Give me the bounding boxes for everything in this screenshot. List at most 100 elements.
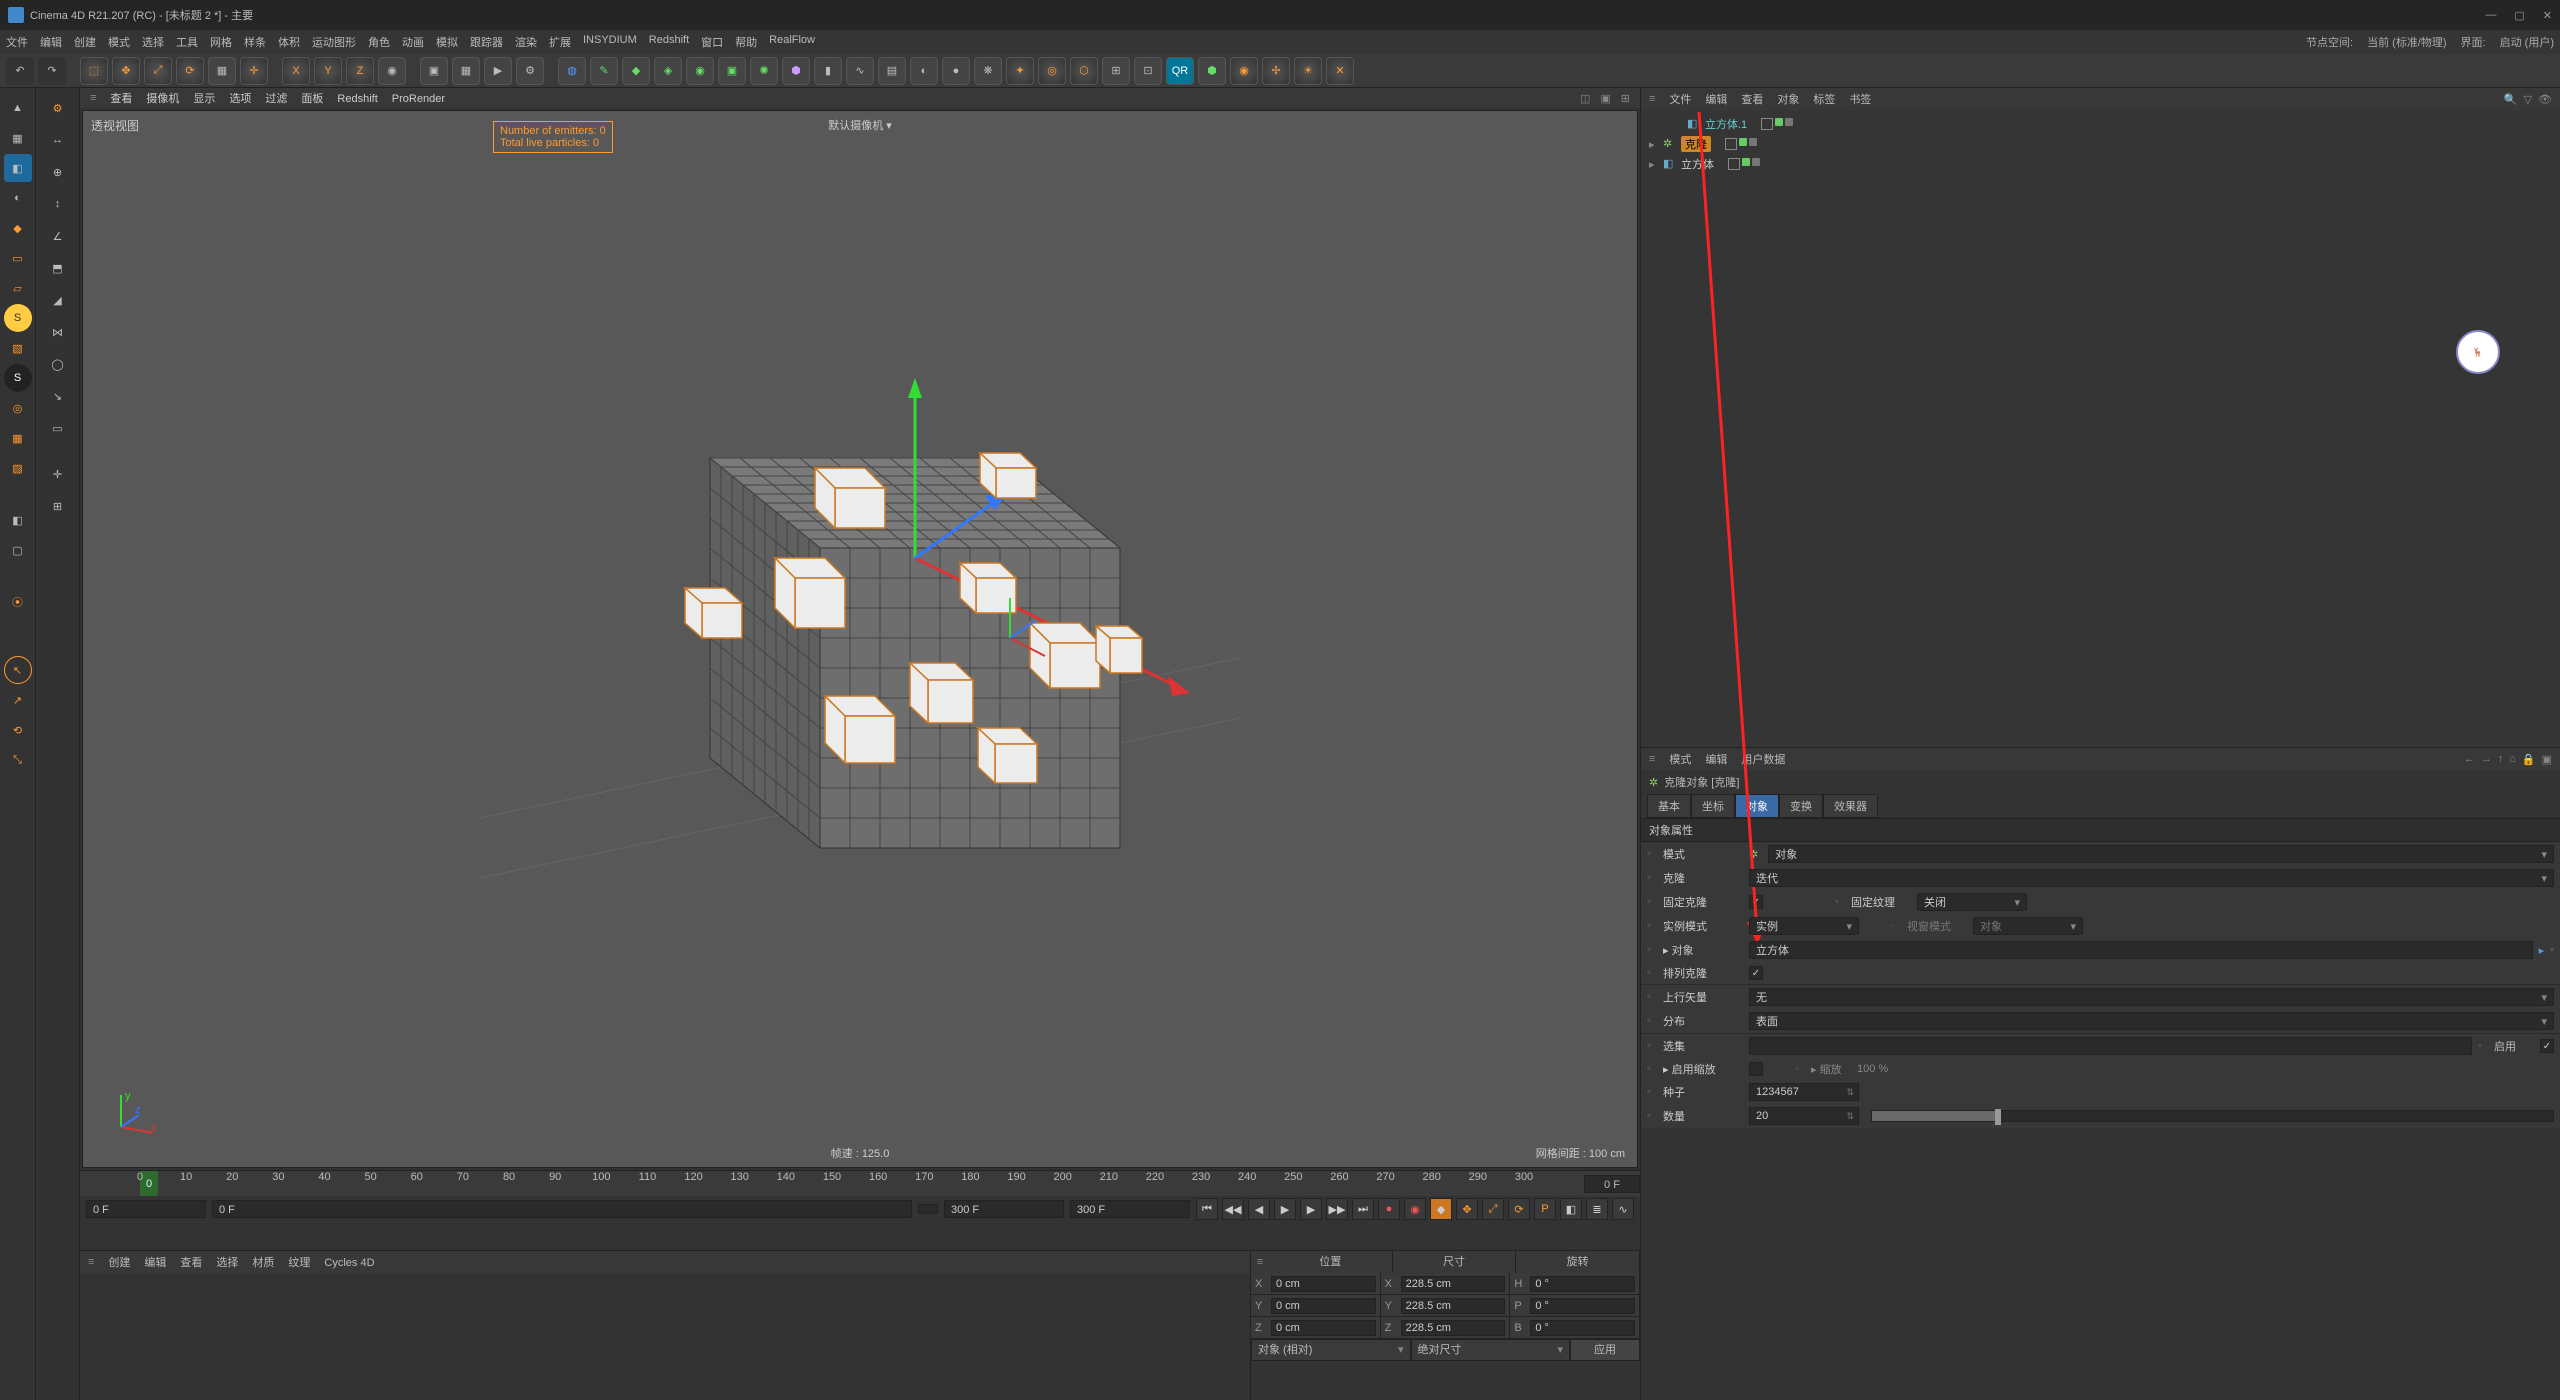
attr-fwd-icon[interactable]: → [2481,753,2492,766]
misc3-button[interactable]: ⬡ [1070,57,1098,85]
coord-Y-field[interactable]: 0 cm [1271,1298,1376,1314]
object-tree[interactable]: ◧立方体.1 ▸✲克隆 ▸◧立方体 🦌 [1641,110,2560,747]
point-mode-button[interactable]: ◆ [4,214,32,242]
fix-clone-checkbox[interactable] [1749,895,1763,909]
attr-lock-icon[interactable]: 🔒 [2522,753,2536,766]
tree-row-克隆[interactable]: ▸✲克隆 [1645,134,2556,154]
menu-跟踪器[interactable]: 跟踪器 [470,34,503,50]
move-arrow-button[interactable]: ↗ [4,686,32,714]
menu-帮助[interactable]: 帮助 [735,34,757,50]
om-eye-icon[interactable]: 👁 [2538,93,2552,106]
om-menu-对象[interactable]: 对象 [1777,94,1799,106]
menu-工具[interactable]: 工具 [176,34,198,50]
instance-mode-dropdown[interactable]: 实例 [1749,917,1859,935]
node-space-dropdown[interactable]: 当前 (标准/物理) [2367,34,2446,50]
tweak-button[interactable]: ⚙ [44,94,72,122]
vp-menu-显示[interactable]: 显示 [193,93,215,105]
coord-sys-button[interactable]: ◉ [378,57,406,85]
iron-button[interactable]: ▭ [44,414,72,442]
key-scale-button[interactable]: ⤢ [1482,1198,1504,1220]
timeline-range-bar[interactable] [918,1204,938,1214]
model-mode-button[interactable]: ▦ [4,124,32,152]
volume-button[interactable]: ▮ [814,57,842,85]
mat-menu-选择[interactable]: 选择 [216,1257,238,1269]
coord-Y-field[interactable]: 228.5 cm [1401,1298,1506,1314]
redo-button[interactable]: ↷ [38,57,66,85]
attr-up-icon[interactable]: ↑ [2498,753,2504,766]
realflow-button[interactable]: ✢ [1262,57,1290,85]
misc2-button[interactable]: ◎ [1038,57,1066,85]
coord-X-field[interactable]: 0 cm [1271,1276,1376,1292]
scale-tool-button[interactable]: ⤢ [144,57,172,85]
vp-menu-选项[interactable]: 选项 [229,93,251,105]
rotate-tool-button[interactable]: ⟳ [176,57,204,85]
autokey-button[interactable]: ◉ [1404,1198,1426,1220]
sel-circle-button[interactable]: ↖ [4,656,32,684]
key-param-button[interactable]: P [1534,1198,1556,1220]
distribution-dropdown[interactable]: 表面 [1749,1012,2554,1030]
coord-size-dropdown[interactable]: 绝对尺寸 [1411,1339,1571,1361]
up-vector-dropdown[interactable]: 无 [1749,988,2554,1006]
window-minimize-button[interactable]: — [2485,9,2496,22]
om-menu-文件[interactable]: 文件 [1669,94,1691,106]
attr-tab-对象[interactable]: 对象 [1735,794,1779,818]
quickrender-button[interactable]: QR [1166,57,1194,85]
undo-button[interactable]: ↶ [6,57,34,85]
vp-menu-过滤[interactable]: 过滤 [265,93,287,105]
vp-menu-ProRender[interactable]: ProRender [392,93,445,105]
misc1-button[interactable]: ✦ [1006,57,1034,85]
menu-角色[interactable]: 角色 [368,34,390,50]
axis-lock-button[interactable]: ◎ [4,394,32,422]
x-axis-button[interactable]: X [282,57,310,85]
attr-home-icon[interactable]: ⌂ [2509,753,2516,766]
coord-Z-field[interactable]: 0 cm [1271,1320,1376,1336]
menu-创建[interactable]: 创建 [74,34,96,50]
timeline-cur-field[interactable]: 0 F [212,1200,912,1218]
brush-button[interactable]: ↔ [44,126,72,154]
coord-P-field[interactable]: 0 ° [1530,1298,1635,1314]
vp-icon-2[interactable]: ▣ [1600,92,1610,105]
camera-button[interactable]: ▣ [718,57,746,85]
om-search-icon[interactable]: 🔍 [2504,93,2518,106]
om-menu-编辑[interactable]: 编辑 [1705,94,1727,106]
render-region-button[interactable]: ▦ [452,57,480,85]
menu-RealFlow[interactable]: RealFlow [769,34,815,50]
attr-menu-模式[interactable]: 模式 [1669,754,1691,766]
count-field[interactable]: 20 [1749,1107,1859,1125]
next-frame-button[interactable]: ▶ [1300,1198,1322,1220]
menu-扩展[interactable]: 扩展 [549,34,571,50]
light-button[interactable]: ✺ [750,57,778,85]
menu-选择[interactable]: 选择 [142,34,164,50]
ui-dropdown[interactable]: 启动 (用户) [2500,34,2554,50]
mat-menu-纹理[interactable]: 纹理 [288,1257,310,1269]
menu-文件[interactable]: 文件 [6,34,28,50]
menu-窗口[interactable]: 窗口 [701,34,723,50]
om-menu-查看[interactable]: 查看 [1741,94,1763,106]
axis-ico-button[interactable]: ✛ [44,460,72,488]
vp-menu-查看[interactable]: 查看 [110,93,132,105]
extra1-button[interactable]: ☀ [1294,57,1322,85]
deformers-button[interactable]: ◈ [654,57,682,85]
play-button[interactable]: ▶ [1274,1198,1296,1220]
spline-pen-button[interactable]: ✎ [590,57,618,85]
rot-arrow-button[interactable]: ⟲ [4,716,32,744]
menu-编辑[interactable]: 编辑 [40,34,62,50]
redshift-button[interactable]: ◉ [1230,57,1258,85]
key-pos-button[interactable]: ✥ [1456,1198,1478,1220]
attr-tab-变换[interactable]: 变换 [1779,794,1823,818]
coord-X-field[interactable]: 228.5 cm [1401,1276,1506,1292]
count-slider[interactable] [1871,1110,2554,1122]
bridge-button[interactable]: ⋈ [44,318,72,346]
insydium-button[interactable]: ⬢ [1198,57,1226,85]
z-axis-button[interactable]: Z [346,57,374,85]
select-tool-button[interactable]: ⬚ [80,57,108,85]
mat-menu-材质[interactable]: 材质 [252,1257,274,1269]
key-pla-button[interactable]: ◧ [1560,1198,1582,1220]
fill-mode-button[interactable]: ◧ [4,506,32,534]
recent-tool-button[interactable]: ▦ [208,57,236,85]
mode-dropdown[interactable]: 对象 [1768,845,2554,863]
make-editable-button[interactable]: ▲ [4,94,32,122]
coord-mode-dropdown[interactable]: 对象 (相对) [1251,1339,1411,1361]
menu-渲染[interactable]: 渲染 [515,34,537,50]
menu-模拟[interactable]: 模拟 [436,34,458,50]
